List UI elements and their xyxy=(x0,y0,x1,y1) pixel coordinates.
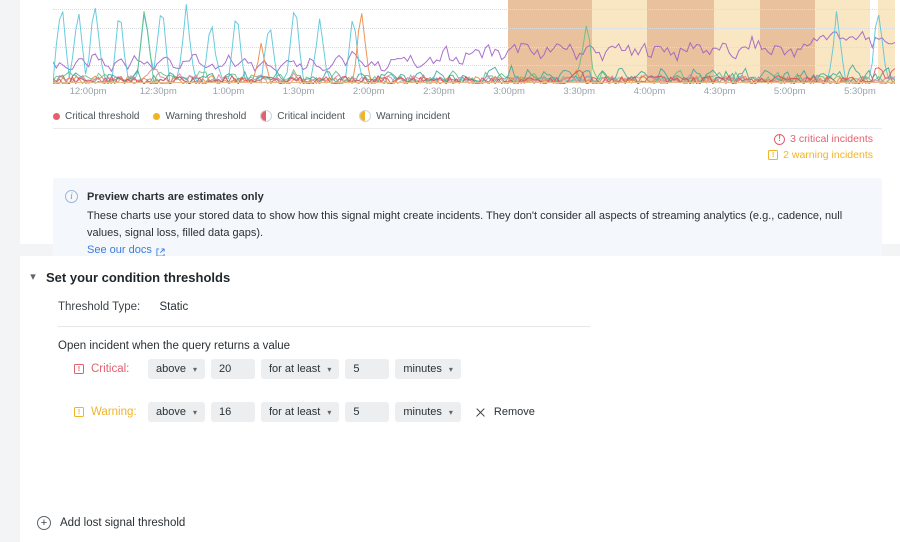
preview-chart-card: 2468 12:00pm 12:30pm 1:00pm 1:30pm 2:00pm 2:3… xyxy=(20,0,900,244)
severity-warning: ! Warning: xyxy=(74,406,148,418)
square-exclamation-icon: ! xyxy=(74,364,84,374)
legend-label: Critical incident xyxy=(277,111,345,122)
x-axis-tick-label: 12:30pm xyxy=(140,86,177,97)
series-line xyxy=(53,11,895,84)
x-axis-tick-label: 2:00pm xyxy=(353,86,385,97)
add-lost-signal-threshold-label: Add lost signal threshold xyxy=(60,517,185,529)
legend-label: Critical threshold xyxy=(65,111,139,122)
critical-duration-input[interactable]: 5 xyxy=(345,359,389,379)
severity-critical: ! Critical: xyxy=(74,363,148,375)
incident-preview-chart: 2468 12:00pm 12:30pm 1:00pm 1:30pm 2:00pm 2:3… xyxy=(33,0,893,104)
callout-text: These charts use your stored data to sho… xyxy=(87,208,870,242)
critical-value: 20 xyxy=(219,363,231,375)
legend-label: Warning incident xyxy=(376,111,450,122)
critical-operator-value: above xyxy=(156,363,186,375)
chevron-down-icon: ▾ xyxy=(449,408,453,417)
warning-value-input[interactable]: 16 xyxy=(211,402,255,422)
warning-duration-operator-value: for at least xyxy=(269,406,320,418)
remove-warning-threshold-button[interactable]: Remove xyxy=(475,406,535,418)
legend-item: Critical threshold xyxy=(53,111,139,122)
warning-duration-input[interactable]: 5 xyxy=(345,402,389,422)
remove-label: Remove xyxy=(494,406,535,418)
severity-warning-label: Warning: xyxy=(91,406,137,418)
severity-critical-label: Critical: xyxy=(91,363,129,375)
circle-exclamation-icon: ! xyxy=(774,134,785,145)
external-link-icon xyxy=(156,246,165,255)
legend-half-fill xyxy=(261,111,266,121)
legend-half-circle-icon xyxy=(359,110,371,122)
x-axis-tick-label: 3:30pm xyxy=(563,86,595,97)
info-icon: i xyxy=(65,190,78,203)
warning-duration-unit-select[interactable]: minutes ▾ xyxy=(395,402,461,422)
x-axis-tick-label: 4:30pm xyxy=(704,86,736,97)
close-icon xyxy=(475,407,486,418)
series-line xyxy=(53,13,895,84)
x-axis-tick-label: 3:00pm xyxy=(493,86,525,97)
chart-x-axis: 12:00pm 12:30pm 1:00pm 1:30pm 2:00pm 2:30pm 3:… xyxy=(53,86,895,102)
legend-half-fill xyxy=(360,111,365,121)
plus-icon: + xyxy=(37,516,51,530)
legend-label: Warning threshold xyxy=(165,111,246,122)
threshold-row-warning: ! Warning: above ▾ 16 for at least ▾ 5 m… xyxy=(74,402,535,422)
critical-duration-operator-select[interactable]: for at least ▾ xyxy=(261,359,339,379)
x-axis-tick-label: 4:00pm xyxy=(634,86,666,97)
critical-duration-value: 5 xyxy=(353,363,359,375)
condition-thresholds-card: ▾ Set your condition thresholds Threshol… xyxy=(20,256,900,542)
warning-duration-operator-select[interactable]: for at least ▾ xyxy=(261,402,339,422)
callout-title: Preview charts are estimates only xyxy=(87,189,870,206)
section-divider xyxy=(58,326,590,327)
chevron-down-icon: ▾ xyxy=(193,365,197,374)
threshold-type-label: Threshold Type: xyxy=(58,301,140,313)
critical-duration-operator-value: for at least xyxy=(269,363,320,375)
square-exclamation-icon: ! xyxy=(74,407,84,417)
critical-duration-unit-select[interactable]: minutes ▾ xyxy=(395,359,461,379)
critical-incident-count-label: 3 critical incidents xyxy=(790,133,873,145)
warning-operator-select[interactable]: above ▾ xyxy=(148,402,205,422)
warning-duration-unit-value: minutes xyxy=(403,406,442,418)
critical-duration-unit-value: minutes xyxy=(403,363,442,375)
critical-value-input[interactable]: 20 xyxy=(211,359,255,379)
legend-divider xyxy=(53,128,882,129)
callout-body: Preview charts are estimates only These … xyxy=(87,189,870,259)
square-exclamation-icon: ! xyxy=(768,150,778,160)
critical-incident-count: ! 3 critical incidents xyxy=(768,133,873,145)
x-axis-tick-label: 12:00pm xyxy=(70,86,107,97)
open-incident-description: Open incident when the query returns a v… xyxy=(58,340,290,352)
legend-half-circle-icon xyxy=(260,110,272,122)
chart-legend: Critical threshold Warning threshold Criti… xyxy=(53,110,450,122)
chevron-down-icon: ▾ xyxy=(193,408,197,417)
section-header[interactable]: ▾ Set your condition thresholds xyxy=(20,270,230,285)
chart-series xyxy=(53,0,895,84)
legend-item: Warning threshold xyxy=(153,111,246,122)
x-axis-tick-label: 5:00pm xyxy=(774,86,806,97)
chart-baseline xyxy=(53,82,895,84)
warning-duration-value: 5 xyxy=(353,406,359,418)
chevron-down-icon: ▾ xyxy=(449,365,453,374)
warning-value: 16 xyxy=(219,406,231,418)
x-axis-tick-label: 5:30pm xyxy=(844,86,876,97)
critical-operator-select[interactable]: above ▾ xyxy=(148,359,205,379)
warning-incident-count-label: 2 warning incidents xyxy=(783,149,873,161)
page-title: Set your condition thresholds xyxy=(46,270,230,285)
x-axis-tick-label: 1:00pm xyxy=(213,86,245,97)
add-lost-signal-threshold-button[interactable]: + Add lost signal threshold xyxy=(37,516,185,530)
legend-item: Warning incident xyxy=(359,110,450,122)
incident-counts: ! 3 critical incidents ! 2 warning incid… xyxy=(768,133,873,165)
legend-dot-icon xyxy=(153,113,160,120)
legend-item: Critical incident xyxy=(260,110,345,122)
legend-dot-icon xyxy=(53,113,60,120)
chevron-down-icon: ▾ xyxy=(327,408,331,417)
warning-operator-value: above xyxy=(156,406,186,418)
x-axis-tick-label: 2:30pm xyxy=(423,86,455,97)
threshold-type-value: Static xyxy=(159,301,188,313)
threshold-type: Threshold Type: Static xyxy=(58,301,188,313)
x-axis-tick-label: 1:30pm xyxy=(283,86,315,97)
threshold-row-critical: ! Critical: above ▾ 20 for at least ▾ 5 … xyxy=(74,359,467,379)
chevron-down-icon[interactable]: ▾ xyxy=(20,272,46,283)
warning-incident-count: ! 2 warning incidents xyxy=(768,149,873,161)
chart-plot-area: 2468 xyxy=(53,0,895,84)
app-root: 2468 12:00pm 12:30pm 1:00pm 1:30pm 2:00pm 2:3… xyxy=(0,0,900,542)
chevron-down-icon: ▾ xyxy=(327,365,331,374)
